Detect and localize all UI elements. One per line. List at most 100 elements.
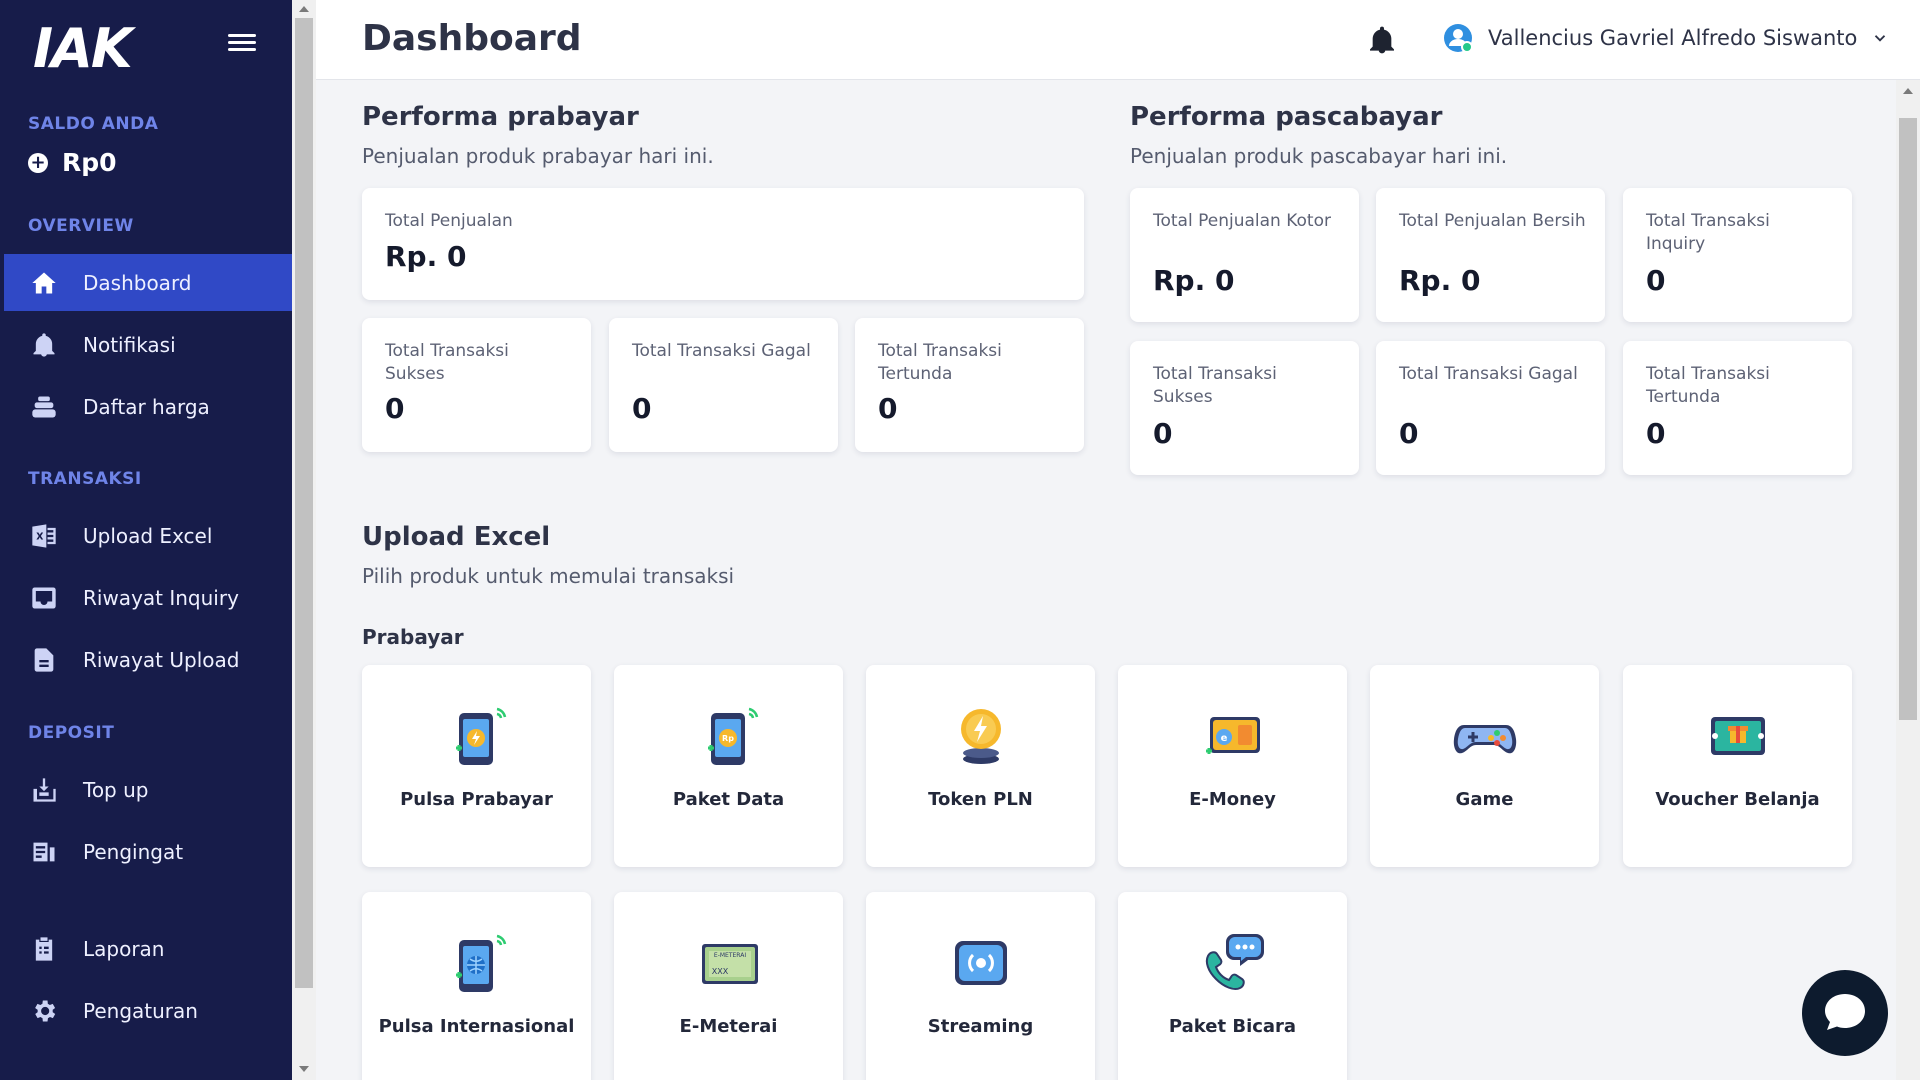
product-game[interactable]: Game [1370,665,1599,867]
sidebar-item-label: Upload Excel [83,523,213,548]
chat-widget-button[interactable] [1802,970,1888,1056]
stat-value: 0 [632,392,652,425]
stat-card-pasca-gagal: Total Transaksi Gagal 0 [1376,341,1605,475]
balance-value: Rp0 [62,148,117,177]
stat-value: Rp. 0 [1399,264,1481,297]
product-label: Pulsa Prabayar [400,789,553,810]
sidebar-item-pengingat[interactable]: Pengingat [0,823,292,880]
brand-logo[interactable]: IAK [33,22,133,76]
sidebar-item-pengaturan[interactable]: Pengaturan [0,982,292,1039]
stat-value: 0 [385,392,405,425]
product-label: E-Money [1189,789,1276,810]
chat-bubble-icon [1825,994,1865,1030]
stat-value: 0 [1646,264,1666,297]
gamepad-icon [1453,725,1516,754]
sidebar: IAK SALDO ANDA + Rp0 OVERVIEW Dashboard … [0,0,292,1080]
sidebar-item-upload-excel[interactable]: Upload Excel [0,507,292,564]
product-paket-data[interactable]: Rp Paket Data [614,665,843,867]
product-token-pln[interactable]: Token PLN [866,665,1095,867]
sidebar-scrollbar[interactable] [292,0,316,1080]
product-label: Streaming [927,1016,1034,1037]
page-title: Dashboard [362,18,582,59]
stat-value: Rp. 0 [385,240,467,273]
sidebar-item-dashboard[interactable]: Dashboard [4,254,292,311]
scrollbar-thumb[interactable] [1899,118,1917,720]
stat-label: Total Transaksi Sukses [385,341,509,384]
scrollbar-thumb[interactable] [295,18,313,988]
product-label: Token PLN [928,789,1033,810]
phone-globe-icon [455,934,506,992]
stat-value: 0 [878,392,898,425]
top-header: Dashboard Vallencius Gavriel Alfredo Sis… [316,0,1920,80]
product-voucher-belanja[interactable]: Voucher Belanja [1623,665,1852,867]
document-icon [28,644,60,676]
gear-icon [28,995,60,1027]
content-scrollbar[interactable] [1896,80,1920,1080]
pascabayar-subtitle: Penjualan produk pascabayar hari ini. [1130,144,1508,168]
home-icon [28,267,60,299]
stat-card-penjualan-kotor: Total Penjualan Kotor Rp. 0 [1130,188,1359,322]
sidebar-item-label: Riwayat Inquiry [83,585,239,610]
inbox-icon [28,582,60,614]
stack-icon [28,391,60,423]
sidebar-item-riwayat-upload[interactable]: Riwayat Upload [0,631,292,688]
sidebar-item-laporan[interactable]: Laporan [0,920,292,977]
token-coin-icon [960,709,1001,764]
sidebar-item-label: Dashboard [83,270,192,295]
product-streaming[interactable]: Streaming [866,892,1095,1080]
product-label: Paket Bicara [1168,1016,1297,1037]
stat-value: 0 [1646,417,1666,450]
scroll-down-arrow-icon[interactable] [299,1066,309,1072]
stat-card-gagal: Total Transaksi Gagal 0 [609,318,838,452]
sidebar-item-label: Pengingat [83,839,184,864]
product-pulsa-prabayar[interactable]: Pulsa Prabayar [362,665,591,867]
stat-label: Total Transaksi Gagal [632,341,811,361]
product-paket-bicara[interactable]: Paket Bicara [1118,892,1347,1080]
stat-value: Rp. 0 [1153,264,1235,297]
sidebar-item-daftar-harga[interactable]: Daftar harga [0,378,292,435]
sidebar-item-notifikasi[interactable]: Notifikasi [0,316,292,373]
section-transaksi: TRANSAKSI [28,469,142,489]
sidebar-item-top-up[interactable]: Top up [0,761,292,818]
streaming-icon [954,941,1007,985]
stat-label: Total Transaksi Tertunda [1646,364,1770,407]
stat-label: Total Transaksi Tertunda [878,341,1002,384]
chevron-down-icon [1875,35,1886,42]
stat-card-total-penjualan: Total Penjualan Rp. 0 [362,188,1084,300]
excel-icon [28,520,60,552]
stat-label: Total Transaksi Inquiry [1646,211,1770,254]
product-e-meterai[interactable]: E-METERAI XXX E-Meterai [614,892,843,1080]
product-label: Voucher Belanja [1655,789,1820,810]
voucher-gift-icon [1710,717,1765,755]
phone-chat-icon [1205,934,1264,990]
stat-card-pasca-tertunda: Total Transaksi Tertunda 0 [1623,341,1852,475]
pascabayar-title: Performa pascabayar [1130,102,1443,132]
stat-value: 0 [1399,417,1419,450]
hamburger-menu-icon[interactable] [228,30,256,58]
stat-value: 0 [1153,417,1173,450]
upload-subtitle: Pilih produk untuk memulai transaksi [362,564,735,588]
phone-bolt-icon [455,707,506,765]
reminder-icon [28,836,60,868]
product-pulsa-internasional[interactable]: Pulsa Internasional [362,892,591,1080]
product-label: E-Meterai [679,1016,778,1037]
user-name: Vallencius Gavriel Alfredo Siswanto [1488,26,1858,50]
scroll-up-arrow-icon[interactable] [1903,88,1913,94]
section-deposit: DEPOSIT [28,723,115,743]
sidebar-item-riwayat-inquiry[interactable]: Riwayat Inquiry [0,569,292,626]
user-menu[interactable]: Vallencius Gavriel Alfredo Siswanto [1442,22,1889,54]
sidebar-item-label: Top up [83,777,149,802]
sidebar-item-label: Riwayat Upload [83,647,240,672]
svg-text:Rp: Rp [722,734,734,743]
scroll-up-arrow-icon[interactable] [299,6,309,12]
notification-bell-icon[interactable] [1366,24,1398,56]
product-e-money[interactable]: e E-Money [1118,665,1347,867]
prabayar-title: Performa prabayar [362,102,639,132]
upload-title: Upload Excel [362,522,551,552]
stat-label: Total Penjualan [385,211,513,231]
section-overview: OVERVIEW [28,216,134,236]
stat-card-sukses: Total Transaksi Sukses 0 [362,318,591,452]
add-balance-icon[interactable]: + [28,152,48,173]
svg-text:E-METERAI: E-METERAI [713,952,745,959]
main-content: Performa prabayar Penjualan produk praba… [316,80,1896,1080]
